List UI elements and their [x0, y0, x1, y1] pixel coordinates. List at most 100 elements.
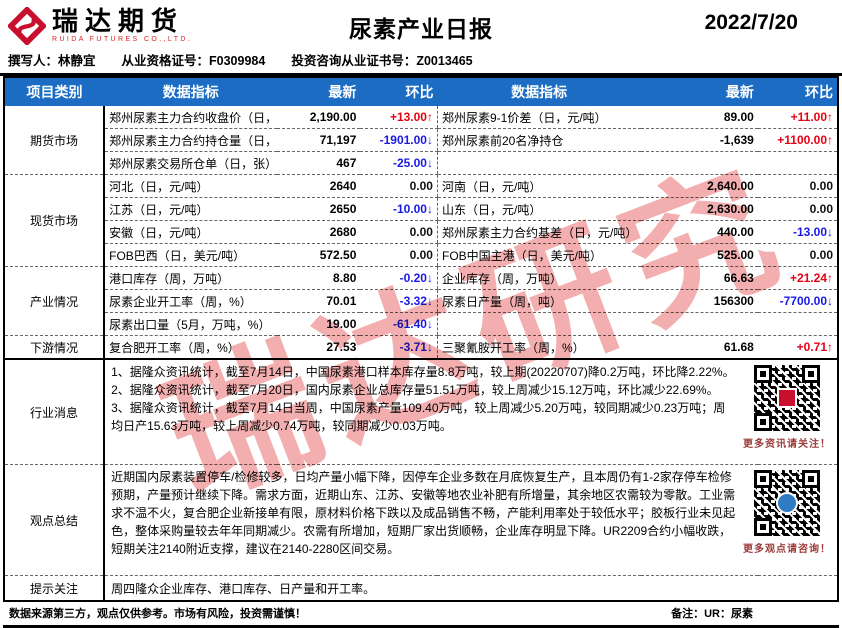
latest-value: 156300	[640, 289, 758, 313]
col-header-change-right: 环比	[757, 77, 838, 106]
report-header: 瑞达期货 RUIDA FUTURES CO.,LTD. 尿素产业日报 2022/…	[0, 0, 842, 49]
section-label-summary: 观点总结	[4, 464, 106, 576]
indicator-name: 企业库存（周，万吨）	[436, 266, 641, 290]
change-value: +0.71↑	[757, 335, 839, 360]
indicator-name: 尿素日产量（周，吨）	[436, 289, 641, 313]
change-value: -1901.00↓	[360, 128, 438, 152]
latest-value: 2640	[277, 174, 361, 198]
change-value: +1100.00↑	[757, 128, 839, 152]
indicator-name	[436, 151, 641, 175]
table-row: 尿素企业开工率（周，%） 70.01 -3.32↓ 尿素日产量（周，吨） 156…	[4, 289, 839, 313]
summary-text: 近期国内尿素装置停车/检修较多，日均产量小幅下降，因停车企业多数在月底恢复生产，…	[111, 470, 736, 556]
indicator-name: 郑州尿素主力合约基差（日，元/吨）	[436, 220, 641, 244]
table-row: 产业情况 港口库存（周，万吨） 8.80 -0.20↓ 企业库存（周，万吨） 6…	[4, 266, 839, 336]
focus-section-row: 提示关注 周四隆众企业库存、港口库存、日产量和开工率。	[4, 575, 838, 601]
latest-value: 467	[277, 151, 361, 175]
latest-value: 525.00	[640, 243, 758, 267]
change-value: -3.71↓	[360, 335, 438, 360]
group-label-futures: 期货市场	[4, 106, 106, 175]
group-label-downstream: 下游情况	[4, 335, 106, 360]
summary-wechat-qr-code	[754, 470, 820, 536]
change-value: 0.00	[757, 243, 839, 267]
latest-value: 27.53	[277, 335, 361, 360]
col-header-change-left: 环比	[360, 77, 438, 106]
indicator-name: 郑州尿素主力合约收盘价（日，元/吨	[104, 106, 278, 129]
data-table: 项目类别 数据指标 最新 环比 数据指标 最新 环比 期货市场 郑州尿素主力合约…	[3, 76, 839, 602]
change-value	[757, 312, 839, 336]
report-date: 2022/7/20	[704, 11, 798, 34]
indicator-name: FOB中国主港（日，美元/吨）	[436, 243, 641, 267]
latest-value: 2,190.00	[277, 106, 361, 129]
ruida-logo-icon	[8, 6, 46, 45]
table-row: 郑州尿素主力合约持仓量（日，手） 71,197 -1901.00↓ 郑州尿素前2…	[4, 128, 839, 152]
qr-finder-icon	[802, 470, 820, 488]
indicator-name: 港口库存（周，万吨）	[104, 266, 278, 290]
change-value: -25.00↓	[360, 151, 438, 175]
table-header-row: 项目类别 数据指标 最新 环比 数据指标 最新 环比	[4, 77, 838, 106]
report-footer: 数据来源第三方，观点仅供参考。市场有风险，投资需谨慎！ 备注：UR：尿素	[3, 602, 839, 628]
indicator-name: 河南（日，元/吨）	[436, 174, 641, 198]
change-value: -0.20↓	[360, 266, 438, 290]
change-value: +13.00↑	[360, 106, 438, 129]
news-wechat-qr-code	[754, 365, 820, 431]
indicator-name	[436, 312, 641, 336]
summary-qr-caption: 更多观点请咨询！	[743, 544, 831, 555]
change-value: -3.32↓	[360, 289, 438, 313]
brand-logo: 瑞达期货 RUIDA FUTURES CO.,LTD.	[8, 6, 193, 45]
indicator-name: 山东（日，元/吨）	[436, 197, 641, 221]
table-row: 江苏（日，元/吨） 2650 -10.00↓ 山东（日，元/吨） 2,630.0…	[4, 197, 839, 221]
meta-qualification-no: 从业资格证号：F0309984	[121, 54, 266, 68]
footer-disclaimer: 数据来源第三方，观点仅供参考。市场有风险，投资需谨慎！	[9, 608, 306, 620]
indicator-name: FOB巴西（日，美元/吨）	[104, 243, 278, 267]
table-row: 尿素出口量（5月，万吨，%） 19.00 -61.40↓	[4, 312, 839, 336]
qr-logo-icon	[776, 492, 798, 514]
indicator-name: 郑州尿素交易所仓单（日，张）	[104, 151, 278, 175]
qr-finder-icon	[754, 413, 772, 431]
section-label-news: 行业消息	[4, 358, 106, 465]
change-value: -10.00↓	[360, 197, 438, 221]
latest-value: 572.50	[277, 243, 361, 267]
change-value: +11.00↑	[757, 106, 839, 129]
change-value: 0.00	[757, 197, 839, 221]
change-value: 0.00	[360, 174, 438, 198]
table-row: 郑州尿素交易所仓单（日，张） 467 -25.00↓	[4, 151, 839, 175]
latest-value: 440.00	[640, 220, 758, 244]
indicator-name: 郑州尿素9-1价差（日，元/吨）	[436, 106, 641, 129]
col-header-category: 项目类别	[4, 77, 105, 106]
change-value: 0.00	[757, 174, 839, 198]
latest-value: 2,640.00	[640, 174, 758, 198]
indicator-name: 安徽（日，元/吨）	[104, 220, 278, 244]
meta-advisory-no: 投资咨询从业证书号：Z0013465	[291, 54, 473, 68]
indicator-name: 郑州尿素前20名净持仓	[436, 128, 641, 152]
change-value: 0.00	[360, 243, 438, 267]
indicator-name: 江苏（日，元/吨）	[104, 197, 278, 221]
latest-value	[640, 151, 758, 175]
latest-value: 66.63	[640, 266, 758, 290]
latest-value: 2,630.00	[640, 197, 758, 221]
latest-value: 61.68	[640, 335, 758, 360]
summary-section-row: 观点总结 近期国内尿素装置停车/检修较多，日均产量小幅下降，因停车企业多数在月底…	[4, 464, 838, 576]
page-title: 尿素产业日报	[349, 16, 493, 42]
latest-value: 2680	[277, 220, 361, 244]
col-header-indicator-left: 数据指标	[104, 77, 278, 106]
indicator-name: 尿素出口量（5月，万吨，%）	[104, 312, 278, 336]
news-line-2: 2、据隆众资讯统计，截至7月20日，国内尿素企业总库存量51.51万吨，较上周减…	[111, 383, 719, 397]
brand-subtitle: RUIDA FUTURES CO.,LTD.	[52, 36, 193, 43]
latest-value: 71,197	[277, 128, 361, 152]
qr-finder-icon	[754, 365, 772, 383]
latest-value: 70.01	[277, 289, 361, 313]
latest-value: -1,639	[640, 128, 758, 152]
change-value: -7700.00↓	[757, 289, 839, 313]
col-header-latest-right: 最新	[640, 77, 758, 106]
news-qr-caption: 更多资讯请关注！	[743, 439, 831, 450]
change-value: +21.24↑	[757, 266, 839, 290]
footer-note: 备注：UR：尿素	[671, 608, 753, 620]
latest-value: 8.80	[277, 266, 361, 290]
table-row: 安徽（日，元/吨） 2680 0.00 郑州尿素主力合约基差（日，元/吨） 44…	[4, 220, 839, 244]
news-text: 1、据隆众资讯统计，截至7月14日，中国尿素港口样本库存量8.8万吨，较上期(2…	[111, 363, 741, 435]
brand-name: 瑞达期货	[52, 6, 185, 36]
table-row: 现货市场 河北（日，元/吨） 2640 0.00 河南（日，元/吨） 2,640…	[4, 174, 839, 267]
col-header-latest-left: 最新	[277, 77, 361, 106]
group-label-spot: 现货市场	[4, 174, 106, 267]
group-label-industry: 产业情况	[4, 266, 106, 336]
